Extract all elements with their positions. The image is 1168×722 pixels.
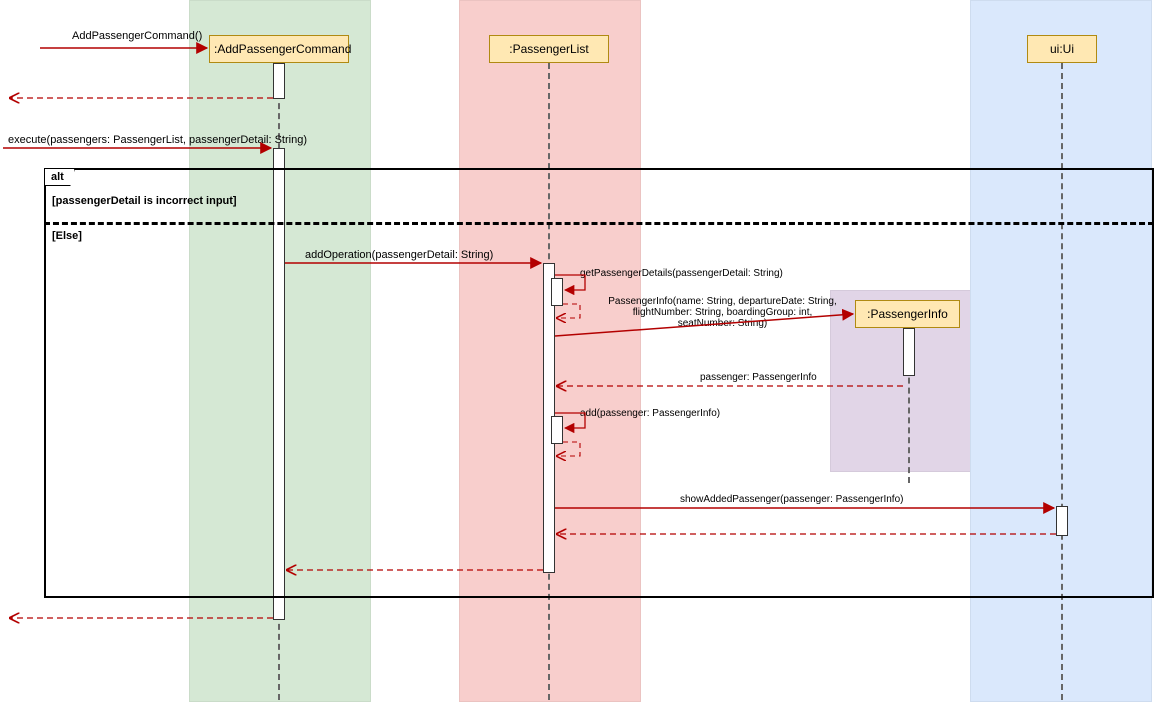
- msg-label-getdetails: getPassengerDetails(passengerDetail: Str…: [580, 268, 783, 279]
- alt-separator: [44, 222, 1154, 225]
- msg-label-addpassenger: add(passenger: PassengerInfo): [580, 408, 720, 419]
- lifeline-head-passengerlist: :PassengerList: [489, 35, 609, 63]
- lifeline-label: :AddPassengerCommand: [214, 42, 351, 56]
- lifeline-label: ui:Ui: [1050, 42, 1074, 56]
- msg-label-ctorpinfo: PassengerInfo(name: String, departureDat…: [605, 296, 840, 329]
- activation-addcmd-create: [273, 63, 285, 99]
- msg-label-returnpassenger: passenger: PassengerInfo: [700, 372, 817, 383]
- alt-guard-2: [Else]: [52, 230, 82, 242]
- msg-label-execute: execute(passengers: PassengerList, passe…: [8, 134, 307, 146]
- lifeline-head-addpassengercommand: :AddPassengerCommand: [209, 35, 349, 63]
- sequence-diagram: :AddPassengerCommand :PassengerList :Pas…: [0, 0, 1168, 722]
- msg-label-addoperation: addOperation(passengerDetail: String): [305, 249, 493, 261]
- lifeline-head-ui: ui:Ui: [1027, 35, 1097, 63]
- alt-guard-1: [passengerDetail is incorrect input]: [52, 195, 237, 207]
- lifeline-label: :PassengerList: [509, 42, 588, 56]
- msg-label-showadded: showAddedPassenger(passenger: PassengerI…: [680, 494, 903, 505]
- alt-tag: alt: [45, 169, 75, 186]
- alt-fragment: alt: [44, 168, 1154, 598]
- msg-label-createcmd: AddPassengerCommand(): [72, 30, 202, 42]
